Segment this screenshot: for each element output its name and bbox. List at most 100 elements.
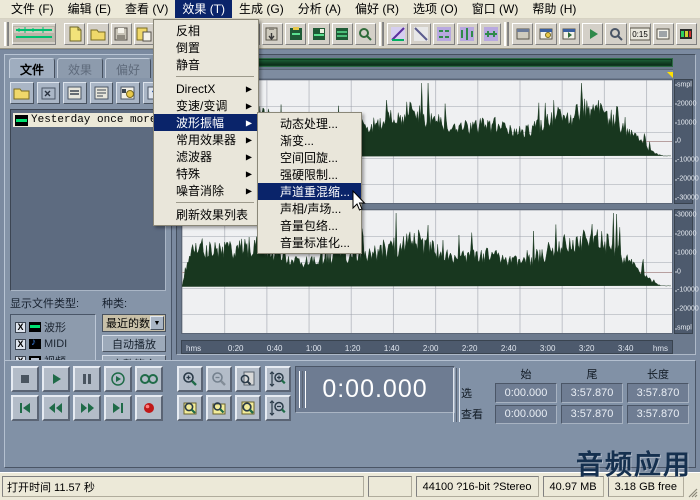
window-settings-button[interactable] xyxy=(535,22,557,45)
effects-dropdown-menu[interactable]: 反相 倒置 静音 DirectX ▶ 变速/变调 ▶ 波形振幅 ▶ 常用效果器 ▶ 滤波器 ▶ 特殊 ▶ 噪音… xyxy=(153,19,259,226)
rewind-button[interactable] xyxy=(42,395,70,421)
mix-button[interactable] xyxy=(308,22,330,45)
zoom-1to1-button[interactable] xyxy=(206,395,232,421)
menu-item-edit[interactable]: 编辑 (E) xyxy=(61,0,118,18)
effects-menu-item[interactable]: 倒置 xyxy=(154,39,258,56)
fade-out-button[interactable] xyxy=(410,22,432,45)
new-file-button[interactable] xyxy=(64,22,86,45)
zoom-in-button[interactable] xyxy=(177,366,203,392)
checkbox-midi[interactable]: X xyxy=(15,338,26,350)
convert-file-button[interactable] xyxy=(116,82,140,104)
menu-item-generate[interactable]: 生成 (G) xyxy=(232,0,291,18)
effects-menu-item[interactable]: 静音 xyxy=(154,56,258,73)
channel-right[interactable] xyxy=(181,209,673,334)
effects-menu-item[interactable]: 特殊 ▶ xyxy=(154,165,258,182)
record-button[interactable] xyxy=(135,395,163,421)
list-item[interactable]: Yesterday once more( xyxy=(13,113,165,127)
go-to-start-button[interactable] xyxy=(11,395,39,421)
zoom-out-button[interactable] xyxy=(206,366,232,392)
delete-file-button[interactable] xyxy=(36,82,60,104)
tab-effects[interactable]: 效果 xyxy=(57,58,104,78)
menu-item-file[interactable]: 文件 (F) xyxy=(4,0,61,18)
open-file-button[interactable] xyxy=(87,22,109,45)
checkbox-wave[interactable]: X xyxy=(15,321,26,333)
amplitude-menu-item[interactable]: 渐变... xyxy=(258,132,361,149)
zoom-selection-button[interactable] xyxy=(177,395,203,421)
save-button[interactable] xyxy=(110,22,132,45)
file-list[interactable]: Yesterday once more( xyxy=(10,109,166,291)
effect-1-button[interactable] xyxy=(433,22,455,45)
amplitude-menu-item[interactable]: 声道重混缩... xyxy=(258,183,361,200)
effects-menu-item[interactable]: 波形振幅 ▶ xyxy=(154,114,258,131)
pause-button[interactable] xyxy=(73,366,101,392)
waveform-view-button[interactable] xyxy=(11,22,57,45)
zoom-vertical-out-button[interactable] xyxy=(265,395,291,421)
window-cascade-button[interactable] xyxy=(512,22,534,45)
resize-grip[interactable] xyxy=(686,473,700,500)
menu-item-effects[interactable]: 效果 (T) xyxy=(175,0,233,18)
selection-start-value[interactable]: 0:00.000 xyxy=(495,383,557,403)
effects-menu-item[interactable]: 常用效果器 ▶ xyxy=(154,131,258,148)
replace-button[interactable] xyxy=(331,22,353,45)
effects-menu-item[interactable]: 变速/变调 ▶ xyxy=(154,97,258,114)
mix-paste-button[interactable] xyxy=(285,22,307,45)
file-properties-button[interactable] xyxy=(63,82,87,104)
effects-menu-item[interactable]: DirectX ▶ xyxy=(154,80,258,97)
autoplay-button[interactable]: 自动播放 xyxy=(102,335,166,352)
amplitude-menu-item[interactable]: 声相/声场... xyxy=(258,200,361,217)
chevron-down-icon[interactable]: ▼ xyxy=(150,316,164,330)
play-toolbar-button[interactable] xyxy=(581,22,604,45)
toolbar-grip[interactable] xyxy=(4,21,9,46)
menu-item-options[interactable]: 选项 (O) xyxy=(406,0,465,18)
tab-preferences[interactable]: 偏好 xyxy=(105,58,152,78)
zoom-full-button[interactable] xyxy=(235,366,261,392)
crop-button[interactable] xyxy=(354,22,377,45)
view-start-value[interactable]: 0:00.000 xyxy=(495,404,557,424)
loop-button[interactable] xyxy=(135,366,163,392)
fast-forward-button[interactable] xyxy=(73,395,101,421)
view-end-value[interactable]: 3:57.870 xyxy=(561,404,623,424)
tab-files[interactable]: 文件 xyxy=(9,58,56,78)
checkbox-row-wave[interactable]: X 波形 xyxy=(15,319,91,335)
go-to-end-button[interactable] xyxy=(104,395,132,421)
selection-end-marker[interactable] xyxy=(667,72,673,78)
play-from-cursor-button[interactable] xyxy=(104,366,132,392)
menu-item-help[interactable]: 帮助 (H) xyxy=(525,0,583,18)
kind-dropdown[interactable]: 最近的数据 ▼ xyxy=(102,314,166,332)
amplitude-menu-item[interactable]: 音量标准化... xyxy=(258,234,361,251)
fade-in-button[interactable] xyxy=(386,22,409,45)
selection-length-value[interactable]: 3:57.870 xyxy=(627,383,689,403)
effects-menu-item[interactable]: 反相 xyxy=(154,22,258,39)
open-folder-icon-button[interactable] xyxy=(10,82,34,104)
toolbar-grip-2[interactable] xyxy=(379,21,384,46)
effect-2-button[interactable] xyxy=(456,22,479,45)
amplitude-submenu[interactable]: 动态处理... 渐变... 空间回旋... 强硬限制... 声道重混缩... 声相/声场.… xyxy=(257,112,362,254)
menu-item-view[interactable]: 查看 (V) xyxy=(118,0,175,18)
save-as-button[interactable] xyxy=(133,22,156,45)
effects-menu-item[interactable]: 刷新效果列表 xyxy=(154,206,258,223)
amplitude-menu-item[interactable]: 动态处理... xyxy=(258,115,361,132)
stop-button[interactable] xyxy=(11,366,39,392)
selection-end-value[interactable]: 3:57.870 xyxy=(561,383,623,403)
zoom-vertical-in-button[interactable] xyxy=(265,366,291,392)
effects-menu-item[interactable]: 滤波器 ▶ xyxy=(154,148,258,165)
amplitude-menu-item[interactable]: 强硬限制... xyxy=(258,166,361,183)
list-view-button[interactable] xyxy=(652,22,674,45)
checkbox-row-midi[interactable]: X MIDI xyxy=(15,337,91,350)
menu-item-analyze[interactable]: 分析 (A) xyxy=(291,0,348,18)
amplitude-menu-item[interactable]: 音量包络... xyxy=(258,217,361,234)
find-button[interactable] xyxy=(605,22,627,45)
time-display[interactable]: 0:00.000 xyxy=(295,366,455,413)
menu-item-preferences[interactable]: 偏好 (R) xyxy=(348,0,406,18)
toolbar-grip-3[interactable] xyxy=(504,21,510,46)
time-ruler[interactable]: hms 0:20 0:40 1:00 1:20 1:40 2:00 2:20 2:40 3:00 3… xyxy=(181,340,673,354)
menu-item-window[interactable]: 窗口 (W) xyxy=(465,0,526,18)
file-info-button[interactable] xyxy=(89,82,113,104)
window-next-button[interactable] xyxy=(558,22,580,45)
duration-button[interactable]: 0:15 xyxy=(628,22,651,45)
play-button[interactable] xyxy=(42,366,70,392)
paste-button[interactable] xyxy=(261,22,283,45)
view-length-value[interactable]: 3:57.870 xyxy=(627,404,689,424)
zoom-fit-button[interactable] xyxy=(235,395,261,421)
amplitude-menu-item[interactable]: 空间回旋... xyxy=(258,149,361,166)
